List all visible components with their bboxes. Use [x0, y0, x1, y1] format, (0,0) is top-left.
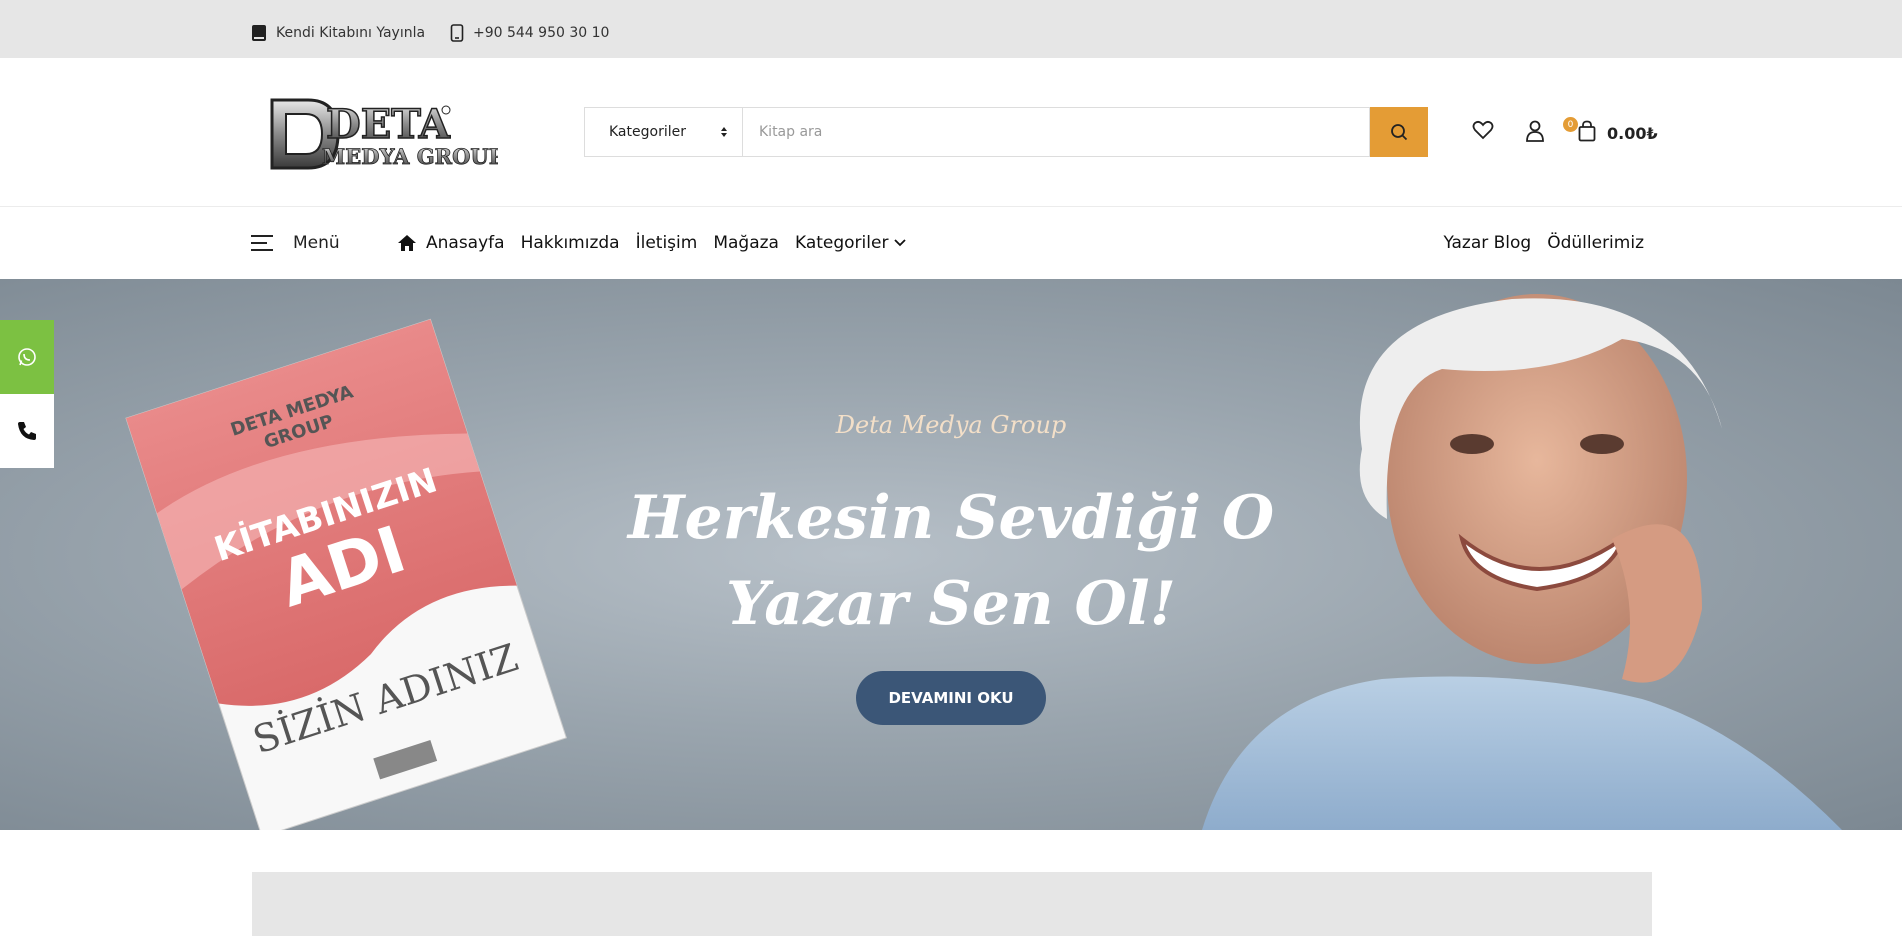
- logo-text-sub: MEDYA GROUP: [322, 144, 498, 169]
- phone-link[interactable]: +90 544 950 30 10: [450, 24, 609, 42]
- shopping-bag-icon: [1578, 120, 1596, 142]
- hero-banner: DETA MEDYA GROUP KİTABINIZIN ADI SİZİN A…: [0, 279, 1902, 830]
- site-logo[interactable]: DETA MEDYA GROUP: [268, 86, 498, 178]
- book-icon: [252, 25, 266, 41]
- nav-link-author-blog[interactable]: Yazar Blog: [1443, 233, 1531, 253]
- nav-links: Anasayfa Hakkımızda İletişim Mağaza Kate…: [397, 207, 922, 279]
- book-mockup-image: DETA MEDYA GROUP KİTABINIZIN ADI SİZİN A…: [125, 318, 567, 830]
- mobile-phone-icon: [450, 24, 464, 42]
- hero-subtitle: Deta Medya Group: [835, 411, 1067, 439]
- whatsapp-icon: [18, 348, 36, 366]
- category-select[interactable]: Kategoriler: [584, 107, 742, 157]
- user-icon: [1526, 120, 1544, 142]
- cart-button[interactable]: [1578, 120, 1596, 142]
- search-icon: [1391, 124, 1408, 141]
- hamburger-icon: [251, 235, 273, 251]
- call-button[interactable]: [0, 394, 54, 468]
- hero-title: Herkesin Sevdiği O Yazar Sen Ol!: [627, 483, 1275, 639]
- wishlist-button[interactable]: [1472, 120, 1494, 140]
- whatsapp-button[interactable]: [0, 320, 54, 394]
- content-section-placeholder: [252, 872, 1652, 936]
- menu-label: Menü: [293, 233, 340, 253]
- nav-link-home[interactable]: Anasayfa: [397, 233, 505, 253]
- publish-label: Kendi Kitabını Yayınla: [276, 25, 426, 41]
- heart-icon: [1472, 120, 1494, 140]
- search-bar: Kategoriler: [584, 107, 1428, 157]
- nav-link-about[interactable]: Hakkımızda: [521, 233, 620, 253]
- nav-link-contact[interactable]: İletişim: [636, 233, 698, 253]
- sort-arrows-icon: [721, 127, 727, 137]
- top-bar: Kendi Kitabını Yayınla +90 544 950 30 10: [0, 0, 1902, 58]
- main-nav: Menü Anasayfa Hakkımızda İletişim Mağaza…: [0, 207, 1902, 279]
- chevron-down-icon: [894, 239, 907, 247]
- nav-link-awards[interactable]: Ödüllerimiz: [1547, 233, 1644, 253]
- nav-link-label: Anasayfa: [426, 233, 505, 253]
- publish-link[interactable]: Kendi Kitabını Yayınla: [251, 24, 425, 42]
- nav-right-links: Yazar Blog Ödüllerimiz: [1427, 207, 1644, 279]
- logo-text-main: DETA: [326, 101, 451, 148]
- nav-link-categories[interactable]: Kategoriler: [794, 233, 907, 253]
- phone-number: +90 544 950 30 10: [473, 25, 610, 41]
- search-button[interactable]: [1370, 107, 1428, 157]
- account-button[interactable]: [1525, 120, 1545, 142]
- menu-toggle[interactable]: Menü: [251, 207, 340, 279]
- home-icon: [398, 235, 416, 251]
- cart-count-badge: 0: [1563, 117, 1578, 132]
- cart-total[interactable]: 0.00₺: [1607, 124, 1658, 143]
- nav-link-store[interactable]: Mağaza: [713, 233, 779, 253]
- phone-icon: [18, 422, 36, 440]
- read-more-button[interactable]: DEVAMINI OKU: [856, 671, 1046, 725]
- search-input[interactable]: [742, 107, 1370, 157]
- category-select-label: Kategoriler: [609, 124, 686, 140]
- nav-link-label: Kategoriler: [794, 233, 889, 253]
